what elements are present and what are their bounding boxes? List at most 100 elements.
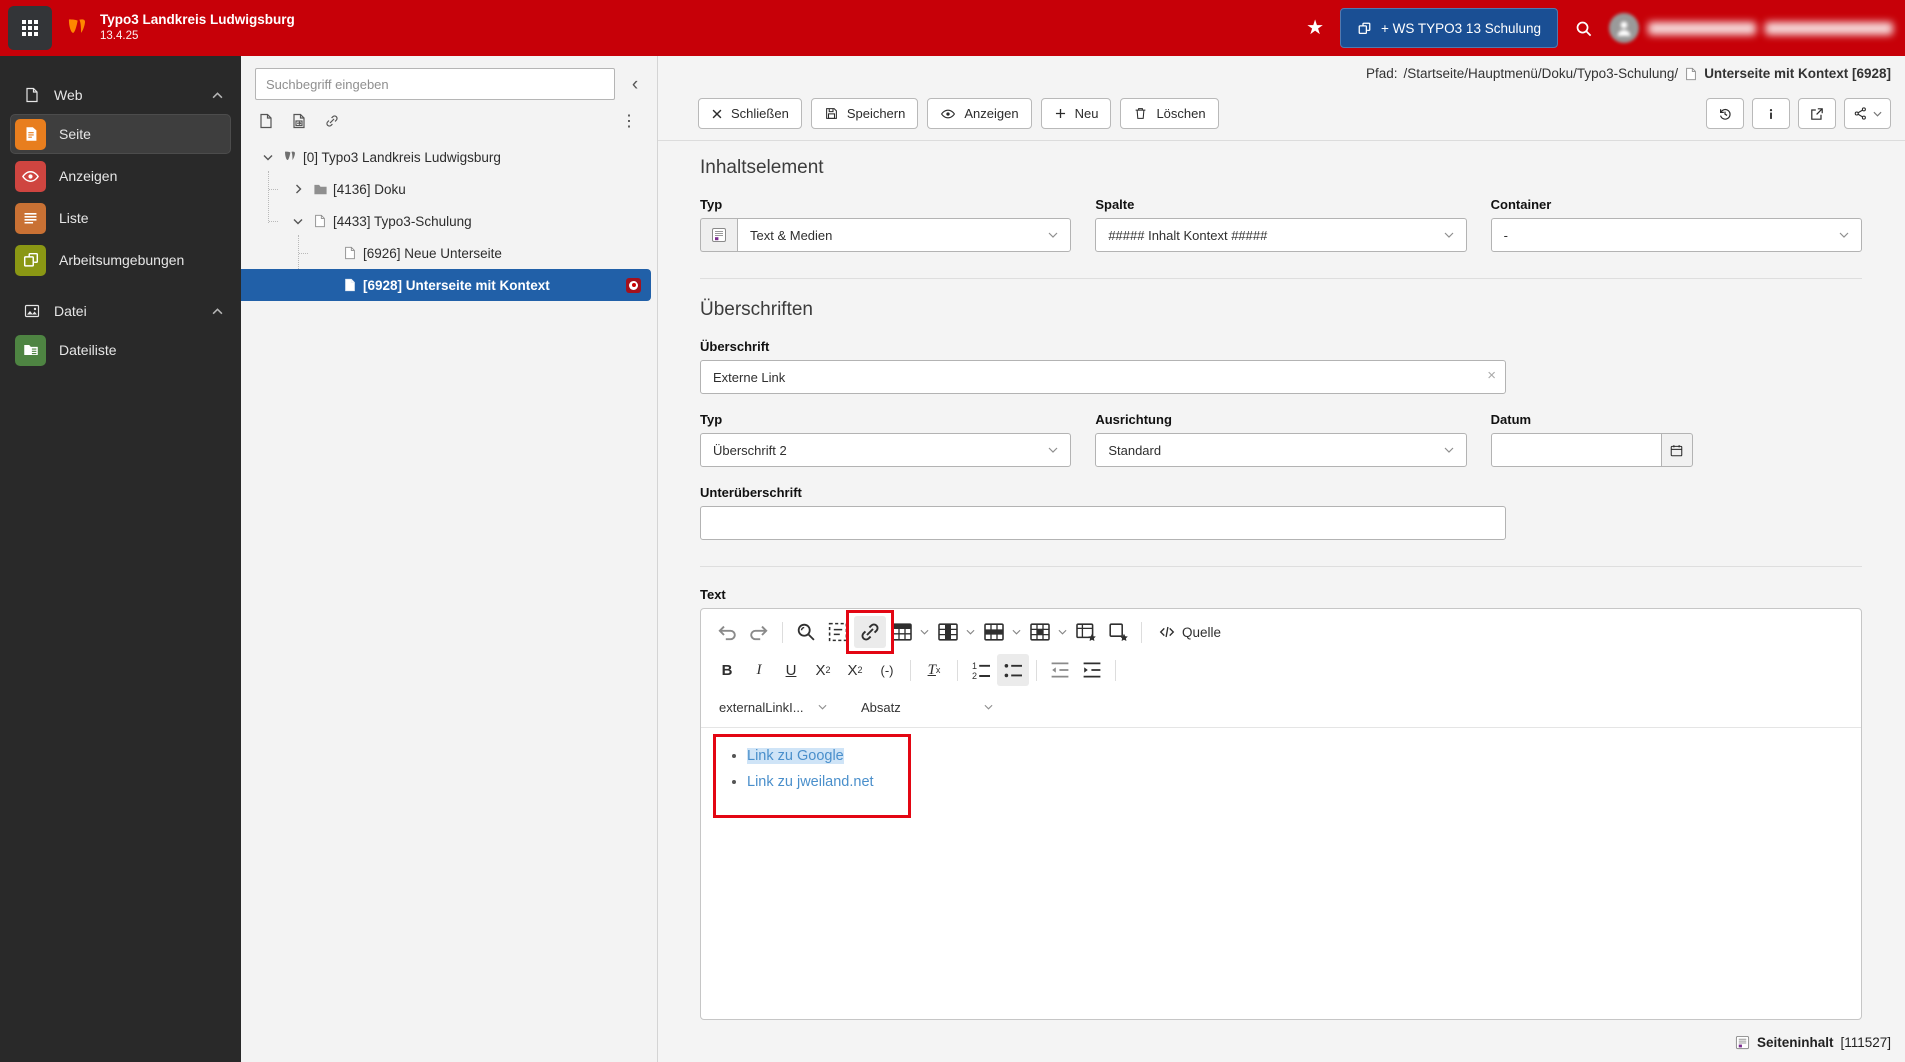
filelist-module-icon [15,334,46,366]
bookmark-star-icon[interactable]: ★ [1306,18,1324,38]
indent-icon[interactable] [1076,654,1108,686]
delete-button[interactable]: Löschen [1120,98,1219,129]
site-info[interactable]: Typo3 Landkreis Ludwigsburg 13.4.25 [100,12,295,43]
typ-select[interactable]: Text & Medien [737,218,1072,252]
tree-node-neue-unterseite[interactable]: [6926] Neue Unterseite [241,237,657,269]
link-icon[interactable] [854,616,886,648]
field-ausrichtung: Ausrichtung Standard [1095,412,1467,467]
insert-table-icon[interactable] [886,616,918,648]
superscript-icon[interactable]: X2 [839,654,871,686]
subscript-icon[interactable]: X2 [807,654,839,686]
sidebar-item-anzeigen[interactable]: Anzeigen [10,156,231,196]
toolbar-separator [957,659,958,681]
sidebar-item-liste[interactable]: Liste [10,198,231,238]
container-select[interactable]: - [1490,218,1862,252]
edit-form: Inhaltselement Typ Text & Medien Spalte … [658,141,1905,1062]
save-button[interactable]: Speichern [810,98,919,129]
collapse-tree-icon[interactable]: ‹ [623,75,647,94]
user-menu[interactable] [1609,13,1893,43]
undo-icon[interactable] [711,616,743,648]
tree-search-input[interactable] [255,68,615,100]
workspaces-module-icon [15,244,46,276]
sidebar-item-arbeitsumgebungen[interactable]: Arbeitsumgebungen [10,240,231,280]
modules-grid-button[interactable] [8,6,52,50]
unterueberschrift-input[interactable] [700,506,1506,540]
source-icon[interactable]: Quelle [1149,616,1230,648]
link-google[interactable]: Link zu Google [747,748,844,764]
paragraph-format-dropdown[interactable]: Absatz [853,692,1001,722]
tree-node-unterseite-mit-kontext[interactable]: [6928] Unterseite mit Kontext [241,269,651,301]
new-page-drag-icon[interactable] [291,113,307,129]
table-properties-icon[interactable] [1070,616,1102,648]
folder-icon [309,182,331,197]
link-icon[interactable] [324,113,340,129]
plus-icon [1054,107,1067,120]
tree-more-icon[interactable]: ⋮ [615,111,643,131]
chevron-down-icon[interactable] [1058,629,1067,635]
chevron-down-icon [1873,111,1882,117]
merge-cell-icon[interactable] [1024,616,1056,648]
spalte-select[interactable]: ##### Inhalt Kontext ##### [1095,218,1467,252]
rte-editable[interactable]: Link zu Google Link zu jweiland.net [701,727,1861,1019]
ausrichtung-select[interactable]: Standard [1095,433,1467,467]
chevron-up-icon [212,91,223,98]
table-column-icon[interactable] [932,616,964,648]
search-icon[interactable] [1574,19,1593,38]
chevron-down-icon[interactable] [920,629,929,635]
content-element-icon [1735,1035,1750,1050]
toolbar-separator [1036,659,1037,681]
tree-node-typo3-schulung[interactable]: [4433] Typo3-Schulung [241,205,657,237]
ordered-list-icon[interactable]: 12 [965,654,997,686]
italic-icon[interactable]: I [743,654,775,686]
chevron-down-icon[interactable] [257,154,279,161]
bullet-list-icon[interactable] [997,654,1029,686]
style-dropdown[interactable]: externalLinkI... [711,692,835,722]
list-item: Link zu jweiland.net [747,774,1861,790]
field-label: Datum [1490,412,1532,427]
select-all-icon[interactable] [822,616,854,648]
tree-node-root[interactable]: [0] Typo3 Landkreis Ludwigsburg [241,141,657,173]
ueberschrift-input[interactable] [700,360,1506,394]
cell-properties-icon[interactable] [1102,616,1134,648]
clear-input-icon[interactable]: × [1487,367,1496,384]
find-replace-icon[interactable] [790,616,822,648]
soft-hyphen-icon[interactable]: (-) [871,654,903,686]
sidebar-item-seite[interactable]: Seite [10,114,231,154]
table-row-icon[interactable] [978,616,1010,648]
underline-icon[interactable]: U [775,654,807,686]
info-icon[interactable] [1752,98,1790,129]
new-button[interactable]: Neu [1040,98,1112,129]
sidebar-group-web[interactable]: Web [0,78,241,112]
chevron-right-icon[interactable] [287,184,309,194]
close-button[interactable]: Schließen [698,98,802,129]
bold-icon[interactable]: B [711,654,743,686]
breadcrumb-path[interactable]: /Startseite/Hauptmenü/Doku/Typo3-Schulun… [1404,66,1679,81]
redo-icon[interactable] [743,616,775,648]
sidebar-group-datei[interactable]: Datei [0,294,241,328]
tree-node-label: [4433] Typo3-Schulung [333,213,472,229]
calendar-icon[interactable] [1660,433,1693,467]
outdent-icon[interactable] [1044,654,1076,686]
tree-node-doku[interactable]: [4136] Doku [241,173,657,205]
chevron-down-icon[interactable] [1012,629,1021,635]
eye-module-icon [15,160,46,192]
remove-format-icon[interactable]: Tx [918,654,950,686]
view-button[interactable]: Anzeigen [927,98,1032,129]
username-redacted [1648,21,1756,35]
sidebar-item-dateiliste[interactable]: Dateiliste [10,330,231,370]
datum-input[interactable] [1490,433,1662,467]
chevron-down-icon[interactable] [966,629,975,635]
field-label: Unterüberschrift [700,485,802,500]
chevron-down-icon[interactable] [287,218,309,225]
typo3-logo [64,15,90,41]
share-menu-button[interactable] [1844,98,1891,129]
new-page-icon[interactable] [258,113,274,129]
history-icon[interactable] [1706,98,1744,129]
open-in-new-window-icon[interactable] [1798,98,1836,129]
ueberschrift-typ-select[interactable]: Überschrift 2 [700,433,1072,467]
workspace-button[interactable]: + WS TYPO3 13 Schulung [1340,8,1558,48]
field-label: Spalte [1095,197,1135,212]
link-jweiland[interactable]: Link zu jweiland.net [747,774,874,790]
field-label: Typ [700,197,723,212]
page-icon [309,214,331,228]
